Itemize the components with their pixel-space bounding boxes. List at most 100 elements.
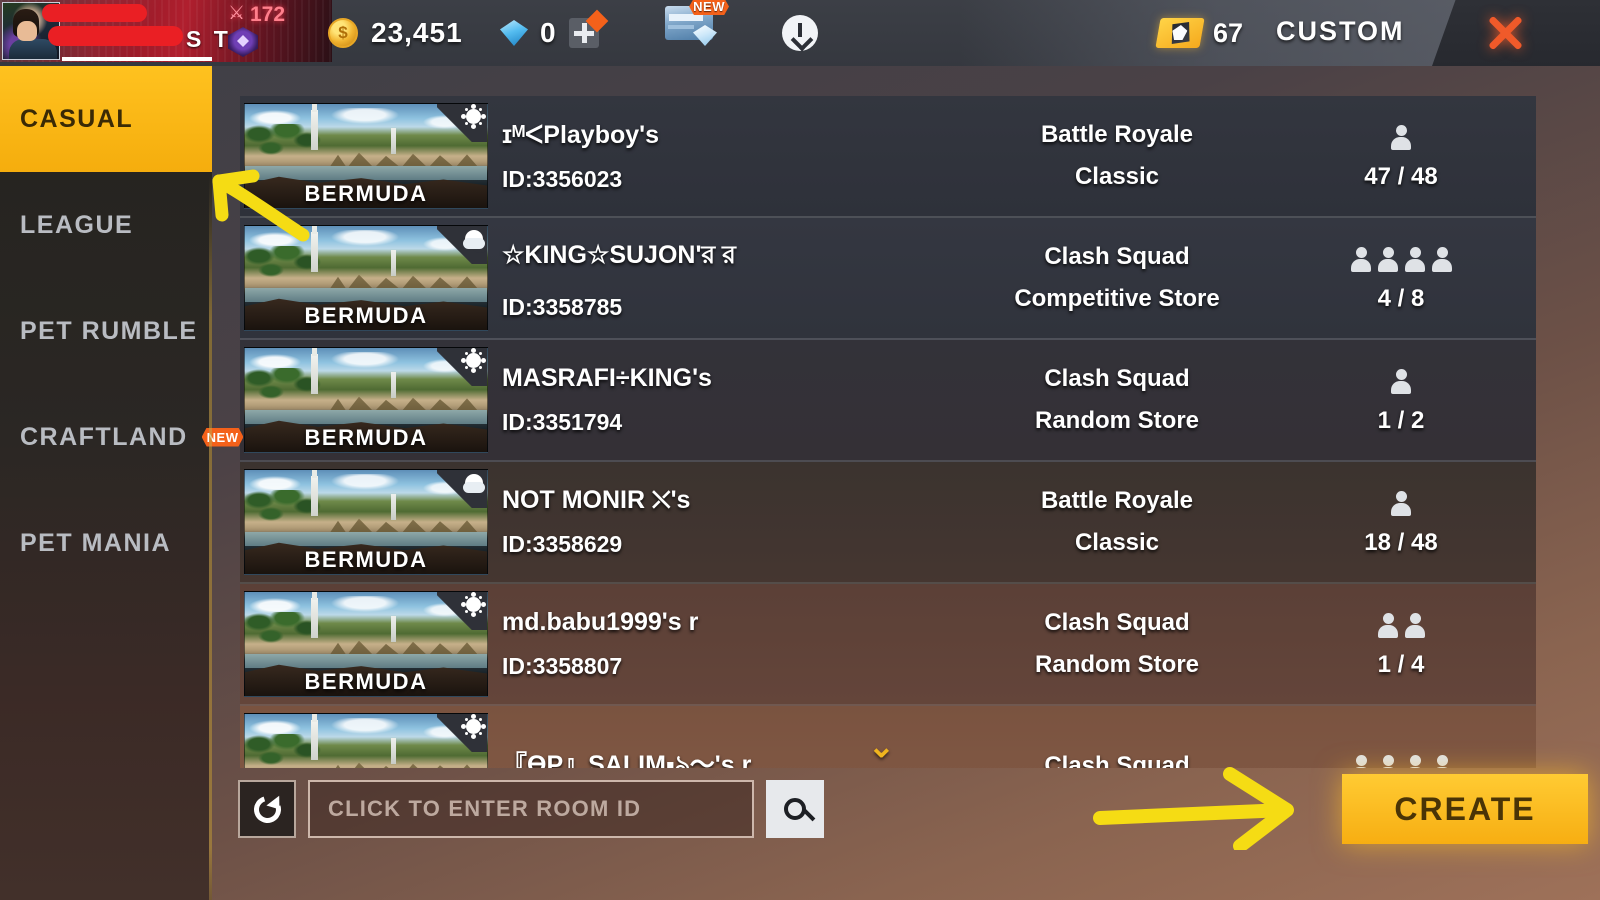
player-icons-row (1266, 487, 1536, 517)
sun-icon (466, 597, 481, 612)
person-icon (1390, 491, 1412, 517)
person-icon (1350, 755, 1372, 768)
coin-icon (328, 18, 358, 48)
thumb-huts (329, 640, 479, 656)
thumb-huts (329, 274, 479, 290)
sun-icon (466, 719, 481, 734)
store-button[interactable]: NEW (665, 0, 729, 46)
player-profile-card[interactable]: S T ⚔ 172 (0, 0, 332, 62)
room-host-name: 『ӨP』SALIM▪︎ৡ〜's r (502, 750, 752, 769)
room-mode: Clash Squad Random Store (968, 365, 1266, 435)
cloud-icon (463, 482, 485, 493)
person-icon (1431, 755, 1453, 768)
person-icon (1390, 125, 1412, 151)
room-id: ID:3358807 (502, 653, 623, 679)
thumb-tower-small (391, 372, 396, 398)
download-cloud-icon[interactable] (782, 15, 818, 51)
room-card-currency-group[interactable]: 67 (1155, 0, 1243, 66)
cloud-icon (463, 238, 485, 249)
room-id: ID:3356023 (502, 165, 623, 192)
thumb-palms (245, 612, 321, 656)
mode-label: CUSTOM (1276, 16, 1405, 46)
close-button[interactable] (1432, 0, 1600, 66)
room-list[interactable]: BERMUDA ɪᴹᐸPlayboy's ID:3356023 Battle R… (240, 96, 1536, 768)
room-mode-sub: Random Store (1034, 651, 1199, 678)
diamond-currency-group[interactable]: 0 (500, 0, 608, 66)
mode-sidebar: CASUAL LEAGUE PET RUMBLE CRAFTLAND NEW P… (0, 66, 244, 900)
sidebar-item-label: CRAFTLAND (20, 422, 188, 451)
room-list-row[interactable]: BERMUDA MASRAFI÷KING's ID:3351794 Clash … (240, 340, 1536, 462)
person-icon (1350, 247, 1372, 273)
room-host-name: md.babu1999's r (502, 608, 699, 636)
room-host-name: ☆KING☆SUJON'র র (502, 241, 736, 269)
room-id-placeholder: CLICK TO ENTER ROOM ID (328, 796, 642, 821)
sidebar-item-craftland[interactable]: CRAFTLAND NEW (0, 384, 244, 490)
thumb-corner-cut (437, 592, 487, 630)
room-mode: Clash Squad Competitive Store (968, 243, 1266, 313)
create-button-label: CREATE (1394, 790, 1536, 827)
room-list-row[interactable]: BERMUDA NOT MONIR ⛌'s ID:3358629 Battle … (240, 462, 1536, 584)
bottom-bar: CLICK TO ENTER ROOM ID CREATE (212, 768, 1600, 900)
room-mode-sub: Random Store (1034, 407, 1199, 434)
store-card-icon: NEW (665, 0, 729, 46)
thumb-tower (311, 592, 318, 638)
redacted-name-bar-1 (42, 4, 147, 22)
coin-currency-group[interactable]: 23,451 (328, 0, 463, 66)
room-mode-main: Clash Squad (1044, 609, 1190, 636)
craftland-new-badge: NEW (201, 427, 244, 447)
person-icon (1390, 369, 1412, 395)
thumb-palms (245, 490, 321, 534)
diamond-value: 0 (540, 17, 557, 48)
person-icon (1377, 755, 1399, 768)
player-count-text: 18 / 48 (1364, 529, 1438, 556)
redacted-name-bar-2 (48, 26, 183, 46)
top-bar: S T ⚔ 172 23,451 0 NEW (0, 0, 1600, 66)
thumb-palms (245, 246, 321, 290)
room-id-input[interactable]: CLICK TO ENTER ROOM ID (308, 780, 754, 838)
map-thumbnail: BERMUDA (244, 347, 488, 453)
room-card-icon (1155, 18, 1205, 48)
create-button[interactable]: CREATE (1342, 774, 1588, 844)
sidebar-item-pet-rumble[interactable]: PET RUMBLE (0, 278, 212, 384)
thumb-corner-cut (437, 714, 487, 752)
thumb-tower (311, 470, 318, 516)
room-player-count: 1 / 4 (1266, 609, 1536, 679)
sidebar-item-league[interactable]: LEAGUE (0, 172, 212, 278)
thumb-corner-cut (437, 470, 487, 508)
player-count-text: 1 / 4 (1377, 651, 1425, 678)
refresh-button[interactable] (238, 780, 296, 838)
thumb-palms (245, 734, 321, 768)
thumb-tower-small (391, 250, 396, 276)
map-thumbnail: BERMUDA (244, 591, 488, 697)
sidebar-item-pet-mania[interactable]: PET MANIA (0, 490, 212, 596)
search-icon (784, 798, 806, 820)
room-list-row[interactable]: BERMUDA md.babu1999's r ID:3358807 Clash… (240, 584, 1536, 706)
room-list-row[interactable]: BERMUDA ɪᴹᐸPlayboy's ID:3356023 Battle R… (240, 96, 1536, 218)
room-list-row[interactable]: BERMUDA ☆KING☆SUJON'র র ID:3358785 Clash… (240, 218, 1536, 340)
thumb-huts (329, 396, 479, 412)
map-name-label: BERMUDA (304, 303, 428, 328)
search-button[interactable] (766, 780, 824, 838)
player-count-text: 47 / 48 (1364, 163, 1438, 190)
player-icons-row (1266, 121, 1536, 151)
sidebar-item-label: LEAGUE (20, 210, 134, 239)
map-thumbnail: BERMUDA (244, 103, 488, 209)
room-mode: Battle Royale Classic (968, 487, 1266, 557)
map-name-label: BERMUDA (304, 181, 428, 206)
person-icon (1404, 755, 1426, 768)
thumb-tower-small (391, 128, 396, 154)
sun-icon (466, 353, 481, 368)
thumb-tower (311, 226, 318, 272)
room-mode-main: Clash Squad (1044, 365, 1190, 392)
room-mode-sub: Classic (1074, 529, 1160, 556)
room-mode-main: Battle Royale (1040, 487, 1194, 514)
chevron-down-icon[interactable]: ⌄ (868, 730, 895, 762)
player-rank-number: 172 (250, 3, 286, 26)
player-name-visible-tail: S T (186, 26, 231, 52)
add-diamonds-button[interactable] (568, 9, 608, 48)
thumb-tower (311, 348, 318, 394)
sun-icon (466, 109, 481, 124)
sidebar-item-casual[interactable]: CASUAL (0, 66, 212, 172)
thumb-corner-cut (437, 348, 487, 386)
room-host-name: MASRAFI÷KING's (502, 364, 712, 392)
